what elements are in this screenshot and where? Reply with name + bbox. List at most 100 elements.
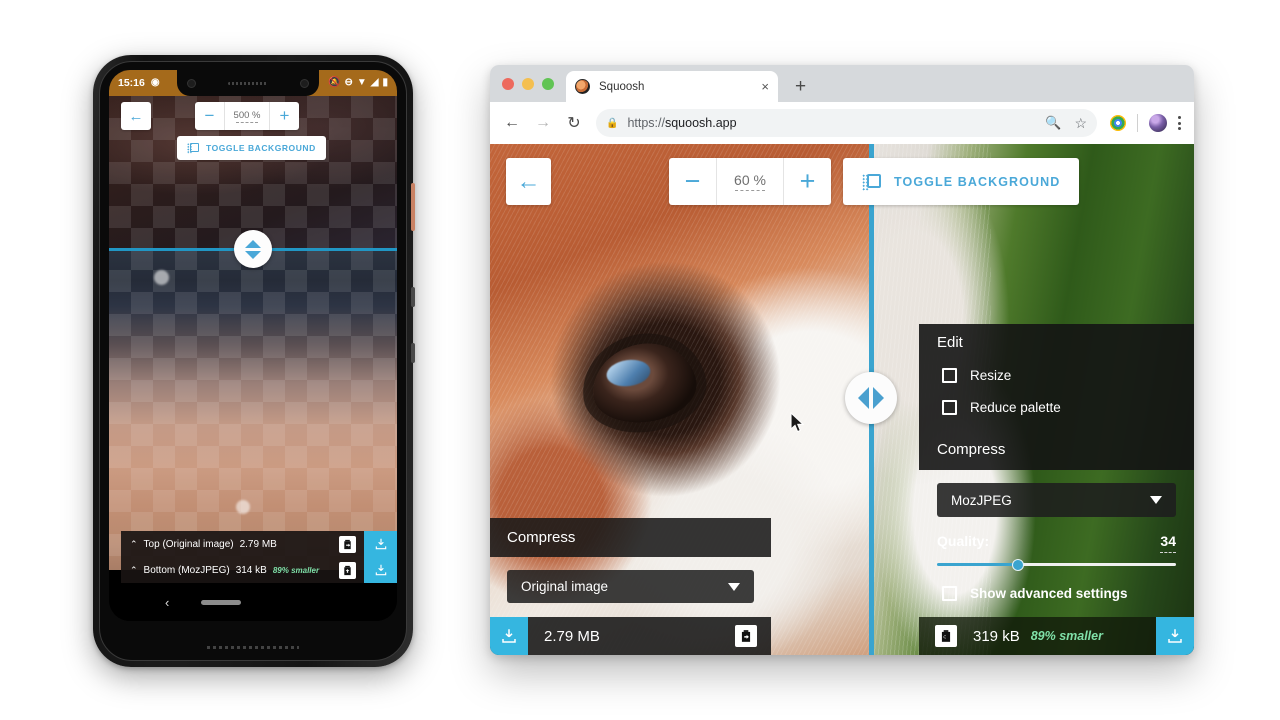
app-zoom-control-group: − 60 % + xyxy=(669,158,831,205)
app-back-button[interactable]: ← xyxy=(506,158,551,205)
browser-forward-icon[interactable]: → xyxy=(534,114,552,132)
browser-tab-squoosh[interactable]: Squoosh × xyxy=(566,71,778,102)
browser-reload-icon[interactable]: ↻ xyxy=(565,113,583,133)
browser-tab-strip: Squoosh × + xyxy=(490,65,1194,102)
phone-speaker-grill xyxy=(207,646,299,649)
original-codec-select-value: Original image xyxy=(521,579,609,594)
copy-to-other-side-icon[interactable] xyxy=(339,535,356,553)
copy-to-other-side-icon[interactable] xyxy=(339,561,356,579)
profile-avatar[interactable] xyxy=(1149,114,1167,132)
original-download-button[interactable] xyxy=(490,617,528,655)
original-size-text: 2.79 MB xyxy=(544,627,600,645)
new-tab-button[interactable]: + xyxy=(795,76,806,98)
squoosh-favicon xyxy=(575,79,590,94)
codec-select[interactable]: MozJPEG xyxy=(937,483,1176,517)
reduce-palette-checkbox[interactable] xyxy=(942,400,957,415)
phone-zoom-in-button[interactable]: + xyxy=(270,102,299,130)
kebab-menu-icon[interactable] xyxy=(1178,116,1181,130)
browser-back-icon[interactable]: ← xyxy=(503,114,521,132)
reduce-palette-option-row[interactable]: Reduce palette xyxy=(937,393,1176,425)
star-icon[interactable]: ☆ xyxy=(1074,115,1087,132)
edit-panel: Edit Resize Reduce palette Compress MozJ… xyxy=(919,324,1194,601)
copy-to-other-side-icon[interactable] xyxy=(935,625,957,647)
phone-nav-back-icon[interactable]: ‹ xyxy=(165,595,169,610)
phone-back-button[interactable]: ← xyxy=(121,102,151,130)
lock-icon: 🔒 xyxy=(606,117,619,129)
app-zoom-in-button[interactable]: + xyxy=(784,158,831,205)
compressed-status-bar: 319 kB 89% smaller xyxy=(919,617,1194,655)
compressed-smaller-text: 89% smaller xyxy=(1030,629,1103,643)
copy-to-other-side-icon[interactable] xyxy=(735,625,757,647)
url-host: squoosh.app xyxy=(664,116,737,130)
chevron-up-icon: ⌃ xyxy=(130,564,138,575)
phone-volume-down-button[interactable] xyxy=(411,343,415,363)
resize-option-row[interactable]: Resize xyxy=(937,361,1176,393)
app-toggle-background-button[interactable]: TOGGLE BACKGROUND xyxy=(843,158,1080,205)
advanced-settings-checkbox[interactable] xyxy=(942,586,957,601)
close-tab-icon[interactable]: × xyxy=(761,80,769,93)
slider-thumb[interactable] xyxy=(1012,559,1025,571)
toggle-background-icon xyxy=(187,142,199,154)
slider-fill xyxy=(937,563,1019,566)
phone-status-bar: 15:16 ◉ 🔕 ⊖ ▼ ◢ ▮ xyxy=(109,70,397,96)
phone-top-download-button[interactable] xyxy=(364,531,397,557)
squoosh-app-page: ← − 60 % + TOGGLE BACKGROUND Edit Resize… xyxy=(490,144,1194,655)
phone-split-drag-handle[interactable] xyxy=(234,230,272,268)
compress-section-title: Compress xyxy=(919,433,1194,470)
do-not-disturb-icon: ⊖ xyxy=(344,77,353,88)
resize-label: Resize xyxy=(970,368,1012,383)
chrome-extension-icon[interactable] xyxy=(1110,115,1126,131)
screenshot-stage: 15:16 ◉ 🔕 ⊖ ▼ ◢ ▮ ← − 500 % + TOGGLE BAC… xyxy=(0,0,1280,720)
phone-bottom-image-smaller: 89% smaller xyxy=(272,565,320,575)
close-window-button[interactable] xyxy=(502,77,514,90)
toggle-background-icon xyxy=(862,172,881,191)
chevron-down-icon xyxy=(1150,496,1162,504)
cellular-signal-icon: ◢ xyxy=(370,77,379,88)
quality-value[interactable]: 34 xyxy=(1160,533,1176,553)
earpiece-speaker-icon xyxy=(228,81,268,85)
phone-bottom-image-label: Bottom (MozJPEG) xyxy=(143,564,230,576)
compressed-download-button[interactable] xyxy=(1156,617,1194,655)
quality-slider[interactable] xyxy=(937,559,1176,571)
app-toolbar: ← − 60 % + TOGGLE BACKGROUND xyxy=(490,158,1194,205)
advanced-settings-row[interactable]: Show advanced settings xyxy=(937,586,1176,601)
phone-top-image-size: 2.79 MB xyxy=(239,538,277,550)
search-icon[interactable]: 🔍 xyxy=(1045,115,1061,131)
chevron-down-icon xyxy=(245,250,261,259)
phone-power-button[interactable] xyxy=(411,183,415,231)
arrow-left-icon: ← xyxy=(516,167,541,195)
app-zoom-out-button[interactable]: − xyxy=(669,158,716,205)
edit-panel-options: Resize Reduce palette xyxy=(919,361,1194,433)
zoom-window-button[interactable] xyxy=(542,77,554,90)
app-zoom-value[interactable]: 60 % xyxy=(716,158,784,205)
phone-top-image-bar: ⌃ Top (Original image) 2.79 MB xyxy=(121,531,397,557)
arrow-left-icon: ← xyxy=(128,107,144,125)
status-bar-left: 15:16 ◉ xyxy=(109,77,177,89)
phone-bottom-image-bar-body[interactable]: ⌃ Bottom (MozJPEG) 314 kB 89% smaller xyxy=(121,557,364,583)
phone-top-image-label: Top (Original image) xyxy=(143,538,234,550)
compressed-size-text: 319 kB xyxy=(973,627,1020,645)
phone-app-toolbar: ← − 500 % + TOGGLE BACKGROUND xyxy=(109,102,397,160)
phone-volume-up-button[interactable] xyxy=(411,287,415,307)
phone-zoom-out-button[interactable]: − xyxy=(195,102,224,130)
phone-bottom-download-button[interactable] xyxy=(364,557,397,583)
split-drag-handle[interactable] xyxy=(845,372,897,424)
phone-nav-home-pill[interactable] xyxy=(201,599,242,605)
phone-toggle-background-button[interactable]: TOGGLE BACKGROUND xyxy=(177,136,326,160)
minimize-window-button[interactable] xyxy=(522,77,534,90)
browser-url-bar[interactable]: 🔒 https://squoosh.app 🔍 ☆ xyxy=(596,109,1097,137)
chevron-left-icon xyxy=(858,387,869,409)
resize-checkbox[interactable] xyxy=(942,368,957,383)
battery-icon: ▮ xyxy=(382,77,388,88)
original-compress-panel: Compress Original image xyxy=(490,518,771,617)
original-compress-body: Original image xyxy=(490,557,771,617)
status-bar-time: 15:16 xyxy=(118,77,145,89)
browser-url-text: https://squoosh.app xyxy=(627,116,736,130)
phone-zoom-value[interactable]: 500 % xyxy=(224,102,270,130)
original-codec-select[interactable]: Original image xyxy=(507,570,754,603)
phone-toggle-background-label: TOGGLE BACKGROUND xyxy=(206,143,316,153)
window-traffic-lights xyxy=(502,65,566,102)
status-bar-right: 🔕 ⊖ ▼ ◢ ▮ xyxy=(319,78,397,88)
phone-top-image-bar-body[interactable]: ⌃ Top (Original image) 2.79 MB xyxy=(121,531,364,557)
chevron-right-icon xyxy=(873,387,884,409)
